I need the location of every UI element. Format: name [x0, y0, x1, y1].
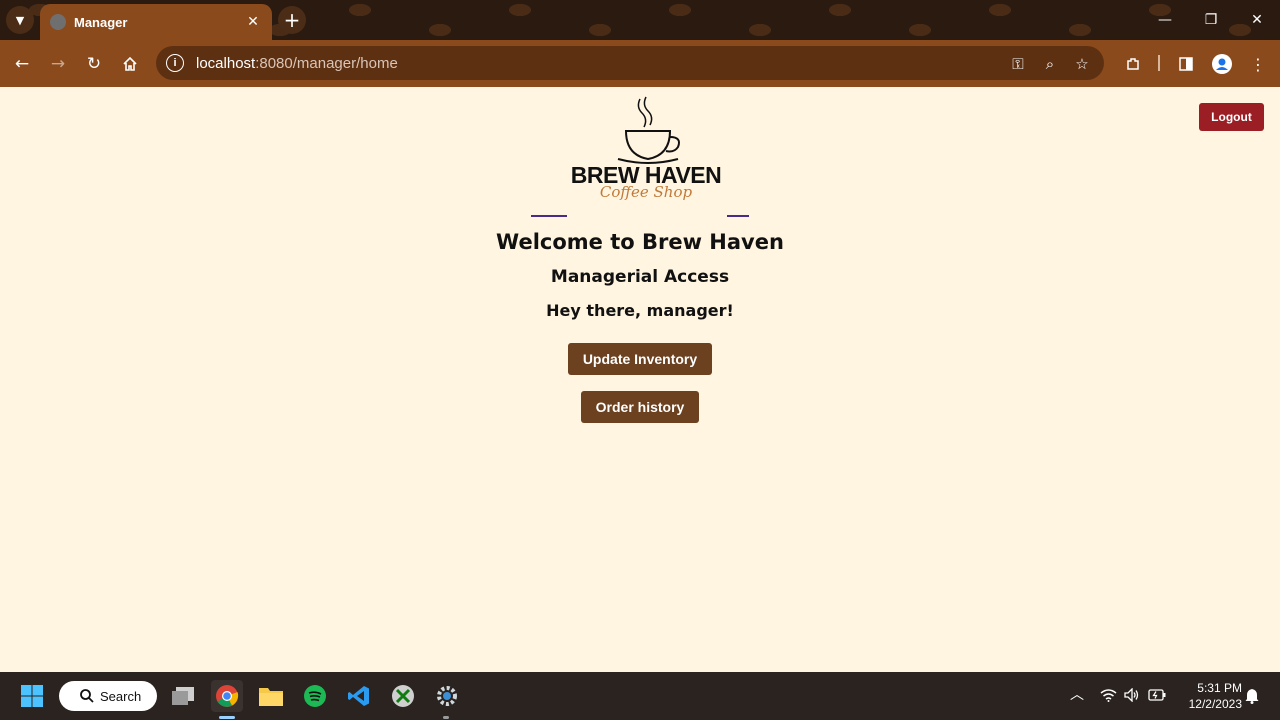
windows-taskbar: Search ︿ 5:31 PM 12/2/2023	[0, 672, 1280, 720]
taskbar-chrome[interactable]	[211, 680, 243, 712]
wifi-icon[interactable]	[1100, 688, 1117, 702]
bookmark-star-icon[interactable]: ☆	[1072, 54, 1092, 74]
address-bar[interactable]: i localhost:8080/manager/home ⚿ ⌕ ☆	[156, 46, 1104, 80]
browser-toolbar: ← → ↻ i localhost:8080/manager/home ⚿ ⌕ …	[0, 40, 1280, 87]
menu-dots-icon: ⋮	[1250, 54, 1266, 74]
vscode-icon	[348, 686, 369, 706]
windows-start-icon	[21, 685, 43, 707]
access-subheading: Managerial Access	[550, 267, 730, 287]
coffee-cup-icon	[617, 96, 680, 164]
task-view-icon	[172, 687, 194, 705]
taskbar-file-explorer[interactable]	[255, 680, 287, 712]
logo-underline-right	[727, 215, 749, 217]
password-key-icon[interactable]: ⚿	[1008, 54, 1028, 74]
search-icon	[80, 689, 94, 703]
order-history-button[interactable]: Order history	[581, 391, 699, 423]
minimize-icon: —	[1158, 12, 1172, 28]
taskbar-vscode[interactable]	[343, 680, 375, 712]
update-inventory-button[interactable]: Update Inventory	[568, 343, 712, 375]
taskbar-xbox[interactable]	[387, 680, 419, 712]
taskbar-spotify[interactable]	[299, 680, 331, 712]
chrome-icon	[216, 685, 239, 707]
taskbar-settings[interactable]	[431, 680, 463, 712]
chrome-menu-button[interactable]: ⋮	[1244, 50, 1272, 78]
chrome-active-indicator	[219, 716, 235, 719]
file-explorer-icon	[259, 688, 283, 706]
clock-date: 12/2/2023	[1188, 697, 1242, 711]
forward-button[interactable]: →	[44, 50, 72, 78]
zoom-icon[interactable]: ⌕	[1040, 54, 1060, 74]
chevron-up-icon[interactable]: ︿	[1070, 684, 1084, 704]
close-icon[interactable]: ✕	[244, 14, 262, 30]
taskbar-clock[interactable]: 5:31 PM 12/2/2023	[1176, 680, 1242, 712]
side-panel-icon	[1179, 57, 1193, 71]
battery-icon[interactable]	[1148, 689, 1166, 701]
logo-tagline: Coffee Shop	[599, 183, 693, 201]
url-path: :8080/manager/home	[255, 54, 398, 72]
minimize-button[interactable]: —	[1142, 0, 1188, 40]
browser-tab-manager[interactable]: Manager ✕	[40, 4, 272, 40]
home-button[interactable]	[116, 50, 144, 78]
start-button[interactable]	[16, 680, 48, 712]
home-icon	[123, 56, 137, 71]
restore-button[interactable]: ❐	[1188, 0, 1234, 40]
side-panel-button[interactable]	[1172, 50, 1200, 78]
reload-icon: ↻	[86, 54, 102, 74]
reload-button[interactable]: ↻	[80, 50, 108, 78]
logout-button[interactable]: Logout	[1199, 103, 1264, 131]
site-info-icon[interactable]: i	[166, 54, 184, 72]
profile-icon	[1212, 54, 1232, 74]
notification-bell-icon[interactable]	[1245, 688, 1259, 704]
welcome-heading: Welcome to Brew Haven	[496, 230, 784, 254]
settings-icon	[437, 686, 457, 706]
clock-time: 5:31 PM	[1197, 681, 1242, 695]
back-button[interactable]: ←	[8, 50, 36, 78]
xbox-icon	[392, 685, 414, 707]
new-tab-button[interactable]: +	[278, 6, 306, 34]
greeting-text: Hey there, manager!	[546, 301, 734, 320]
tab-menu-icon: ▼	[15, 13, 25, 27]
url-host: localhost	[196, 54, 256, 72]
spotify-icon	[304, 685, 326, 707]
forward-icon: →	[50, 54, 66, 74]
window-close-icon: ✕	[1251, 12, 1263, 28]
page-content: Logout BREW HAVEN Coffee Shop Welcome to…	[0, 87, 1280, 672]
extensions-icon	[1127, 58, 1139, 70]
favicon-icon	[50, 14, 66, 30]
profile-button[interactable]	[1208, 50, 1236, 78]
task-view-button[interactable]	[167, 680, 199, 712]
plus-icon: +	[283, 8, 301, 32]
settings-running-indicator	[443, 716, 449, 719]
extensions-button[interactable]	[1119, 50, 1147, 78]
volume-icon[interactable]	[1124, 688, 1140, 702]
tab-search-button[interactable]: ▼	[6, 6, 34, 34]
restore-icon: ❐	[1204, 12, 1218, 28]
brew-haven-logo: BREW HAVEN Coffee Shop	[566, 95, 726, 213]
tab-title: Manager	[74, 14, 128, 30]
logo-underline-left	[531, 215, 567, 217]
taskbar-search[interactable]: Search	[59, 681, 157, 711]
window-close-button[interactable]: ✕	[1234, 0, 1280, 40]
toolbar-separator	[1158, 55, 1160, 71]
browser-title-bar: ▼ Manager ✕ + — ❐ ✕	[0, 0, 1280, 40]
search-label: Search	[100, 688, 142, 704]
back-icon: ←	[14, 54, 30, 74]
